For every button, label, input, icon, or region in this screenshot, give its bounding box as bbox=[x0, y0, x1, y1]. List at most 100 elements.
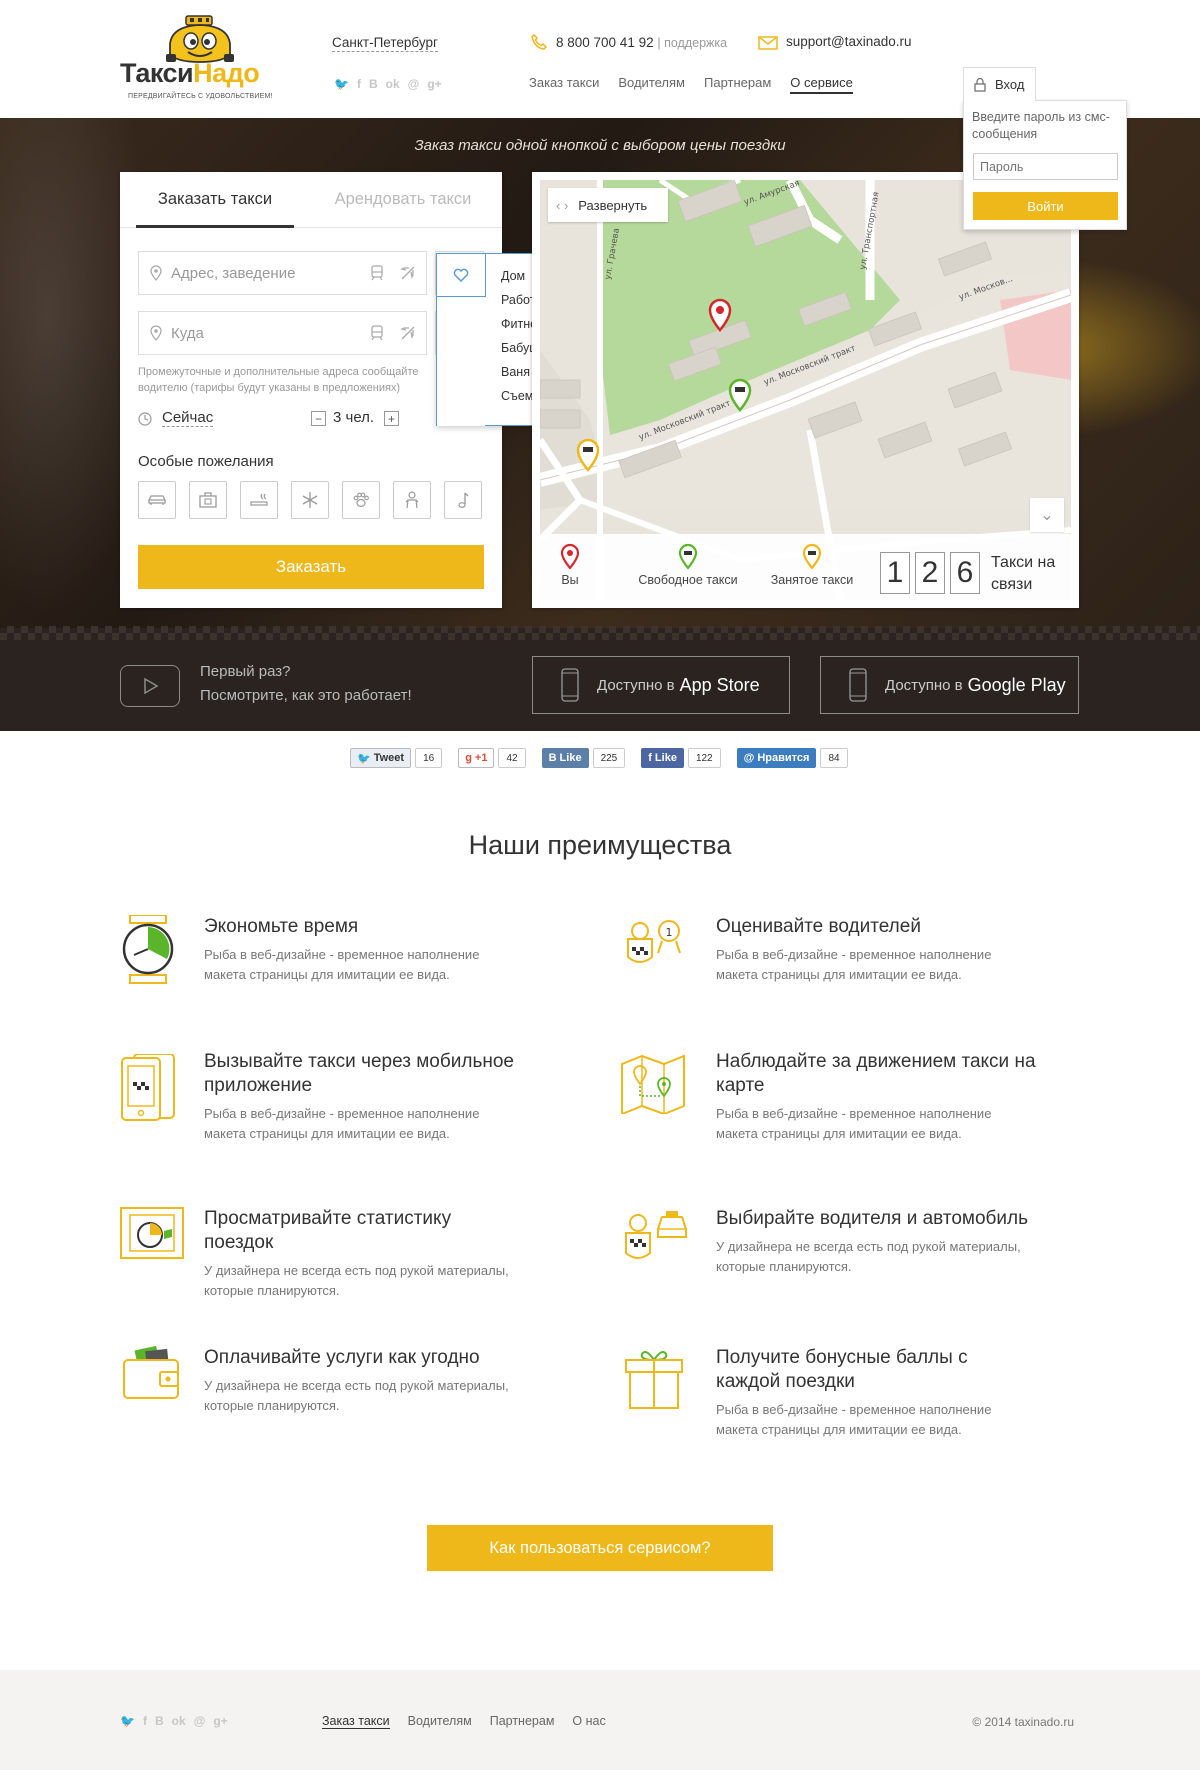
advantage-text: Просматривайте статистику поездок У диза… bbox=[204, 1207, 524, 1301]
train-icon[interactable] bbox=[370, 325, 384, 341]
favorites-toggle[interactable] bbox=[437, 254, 486, 297]
login-hint: Введите пароль из смс-сообщения bbox=[972, 110, 1110, 141]
vk-icon[interactable]: B bbox=[369, 77, 378, 91]
baggage-icon bbox=[199, 492, 217, 508]
login-button[interactable]: Вход bbox=[963, 67, 1036, 101]
app-store-button[interactable]: Доступно в App Store bbox=[532, 656, 790, 714]
password-field[interactable] bbox=[973, 153, 1118, 180]
share-facebook[interactable]: f Like 122 bbox=[641, 748, 721, 768]
odnoklassniki-icon[interactable]: ok bbox=[172, 1714, 186, 1728]
share-count: 16 bbox=[415, 748, 443, 768]
passengers-minus-button[interactable]: − bbox=[311, 411, 326, 426]
googleplus-icon[interactable]: g+ bbox=[213, 1714, 227, 1728]
footer-nav-partners[interactable]: Партнерам bbox=[490, 1714, 555, 1729]
wish-air-conditioning[interactable] bbox=[291, 481, 329, 519]
wishes-title: Особые пожелания bbox=[138, 453, 274, 470]
logo[interactable]: ТаксиНадо ПЕРЕДВИГАЙТЕСЬ С УДОВОЛЬСТВИЕМ… bbox=[120, 14, 300, 106]
airplane-icon[interactable] bbox=[400, 325, 416, 341]
fb-like-button[interactable]: f Like bbox=[641, 748, 684, 768]
map-tracking-icon bbox=[621, 1054, 685, 1114]
twitter-icon[interactable]: 🐦 bbox=[334, 77, 349, 91]
odnoklassniki-icon[interactable]: ok bbox=[386, 77, 400, 91]
twitter-icon[interactable]: 🐦 bbox=[120, 1714, 135, 1728]
airplane-icon[interactable] bbox=[400, 265, 416, 281]
wish-car[interactable] bbox=[138, 481, 176, 519]
wish-pets[interactable] bbox=[342, 481, 380, 519]
facebook-icon[interactable]: f bbox=[143, 1714, 147, 1728]
time-selector[interactable]: Сейчас bbox=[162, 409, 214, 427]
mailru-icon[interactable]: @ bbox=[408, 77, 420, 91]
to-field[interactable]: Куда bbox=[138, 311, 427, 355]
googleplus-icon[interactable]: g+ bbox=[427, 77, 441, 91]
vk-like-button[interactable]: B Like bbox=[541, 748, 589, 768]
passengers-plus-button[interactable]: + bbox=[384, 411, 399, 426]
map-expand-button[interactable]: ‹ › Развернуть bbox=[548, 188, 668, 222]
vk-icon: B bbox=[548, 752, 557, 764]
nav-item-about[interactable]: О сервисе bbox=[790, 75, 853, 94]
gplus-button[interactable]: g +1 bbox=[458, 748, 495, 768]
nav-item-drivers[interactable]: Водителям bbox=[618, 75, 685, 94]
advantage-title: Оплачивайте услуги как угодно bbox=[204, 1347, 480, 1368]
video-prompt-line2: Посмотрите, как это работает! bbox=[200, 687, 412, 704]
tweet-button[interactable]: 🐦 Tweet bbox=[350, 748, 412, 768]
counter-digit: 1 bbox=[880, 552, 910, 594]
map-canvas[interactable]: ул. Амурская ул. Московский тракт ул. Мо… bbox=[540, 180, 1071, 600]
advantage-title: Вызывайте такси через мобильное приложен… bbox=[204, 1051, 514, 1096]
map-collapse-toggle[interactable]: ⌄ bbox=[1030, 498, 1064, 532]
play-video-button[interactable] bbox=[120, 665, 180, 707]
driver-car-icon bbox=[625, 1211, 687, 1259]
wish-music[interactable] bbox=[444, 481, 482, 519]
gift-icon bbox=[625, 1351, 683, 1409]
facebook-icon: f bbox=[648, 752, 652, 764]
share-mailru[interactable]: @ Нравится 84 bbox=[736, 748, 848, 768]
advantage-text: Выбирайте водителя и автомобиль У дизайн… bbox=[716, 1207, 1036, 1277]
footer-social-links: 🐦 f B ok @ g+ bbox=[120, 1714, 228, 1728]
support-email[interactable]: support@taxinado.ru bbox=[786, 34, 912, 49]
city-selector[interactable]: Санкт-Петербург bbox=[332, 35, 438, 52]
share-twitter[interactable]: 🐦 Tweet 16 bbox=[350, 748, 443, 768]
train-icon[interactable] bbox=[370, 265, 384, 281]
wish-child-seat[interactable] bbox=[393, 481, 431, 519]
advantage-desc: У дизайнера не всегда есть под рукой мат… bbox=[204, 1378, 509, 1413]
advantage-desc: Рыба в веб-дизайне - временное наполнени… bbox=[716, 947, 992, 982]
footer-nav-about[interactable]: О нас bbox=[572, 1714, 605, 1729]
advantage-title: Получите бонусные баллы с каждой поездки bbox=[716, 1347, 968, 1392]
tab-order-taxi[interactable]: Заказать такси bbox=[136, 190, 294, 209]
mailru-icon[interactable]: @ bbox=[194, 1714, 206, 1728]
support-phone[interactable]: 8 800 700 41 92 | поддержка bbox=[556, 35, 727, 50]
video-prompt[interactable]: Первый раз? Посмотрите, как это работает… bbox=[200, 660, 412, 708]
pin-yellow-icon bbox=[802, 543, 822, 569]
footer-nav-drivers[interactable]: Водителям bbox=[408, 1714, 472, 1729]
share-bar: 🐦 Tweet 16 g +1 42 B Like 225 f Like 122 @ Нр… bbox=[350, 748, 848, 768]
footer-nav-order[interactable]: Заказ такси bbox=[322, 1714, 390, 1729]
share-vk[interactable]: B Like 225 bbox=[541, 748, 626, 768]
nav-item-partners[interactable]: Партнерам bbox=[704, 75, 771, 94]
wish-smoking[interactable] bbox=[240, 481, 278, 519]
how-to-use-button[interactable]: Как пользоваться сервисом? bbox=[427, 1525, 773, 1571]
nav-item-order[interactable]: Заказ такси bbox=[529, 75, 599, 94]
google-play-button[interactable]: Доступно в Google Play bbox=[820, 656, 1079, 714]
vk-icon[interactable]: B bbox=[155, 1714, 164, 1728]
from-field[interactable]: Адрес, заведение bbox=[138, 251, 427, 295]
facebook-icon[interactable]: f bbox=[357, 77, 361, 91]
login-submit-button[interactable]: Войти bbox=[973, 192, 1118, 220]
statistics-icon bbox=[120, 1207, 184, 1259]
mailru-like-button[interactable]: @ Нравится bbox=[736, 748, 817, 768]
order-submit-button[interactable]: Заказать bbox=[138, 545, 484, 589]
tab-rent-taxi[interactable]: Арендовать такси bbox=[320, 190, 486, 209]
wish-baggage[interactable] bbox=[189, 481, 227, 519]
counter-digit: 6 bbox=[950, 552, 980, 594]
location-pin-icon bbox=[150, 265, 162, 281]
tab-active-indicator bbox=[136, 225, 294, 228]
advantage-title: Экономьте время bbox=[204, 916, 359, 937]
advantage-desc: У дизайнера не всегда есть под рукой мат… bbox=[204, 1263, 509, 1298]
car-icon bbox=[148, 495, 166, 505]
mobile-app-icon bbox=[121, 1054, 175, 1121]
advantage-text: Наблюдайте за движением такси на карте Р… bbox=[716, 1050, 1036, 1144]
legend-busy-taxi: Занятое такси bbox=[754, 543, 870, 587]
twitter-icon: 🐦 bbox=[357, 752, 371, 765]
lock-icon bbox=[974, 77, 986, 92]
copyright: © 2014 taxinado.ru bbox=[972, 1715, 1074, 1729]
share-googleplus[interactable]: g +1 42 bbox=[458, 748, 526, 768]
legend-you: Вы bbox=[550, 543, 590, 587]
